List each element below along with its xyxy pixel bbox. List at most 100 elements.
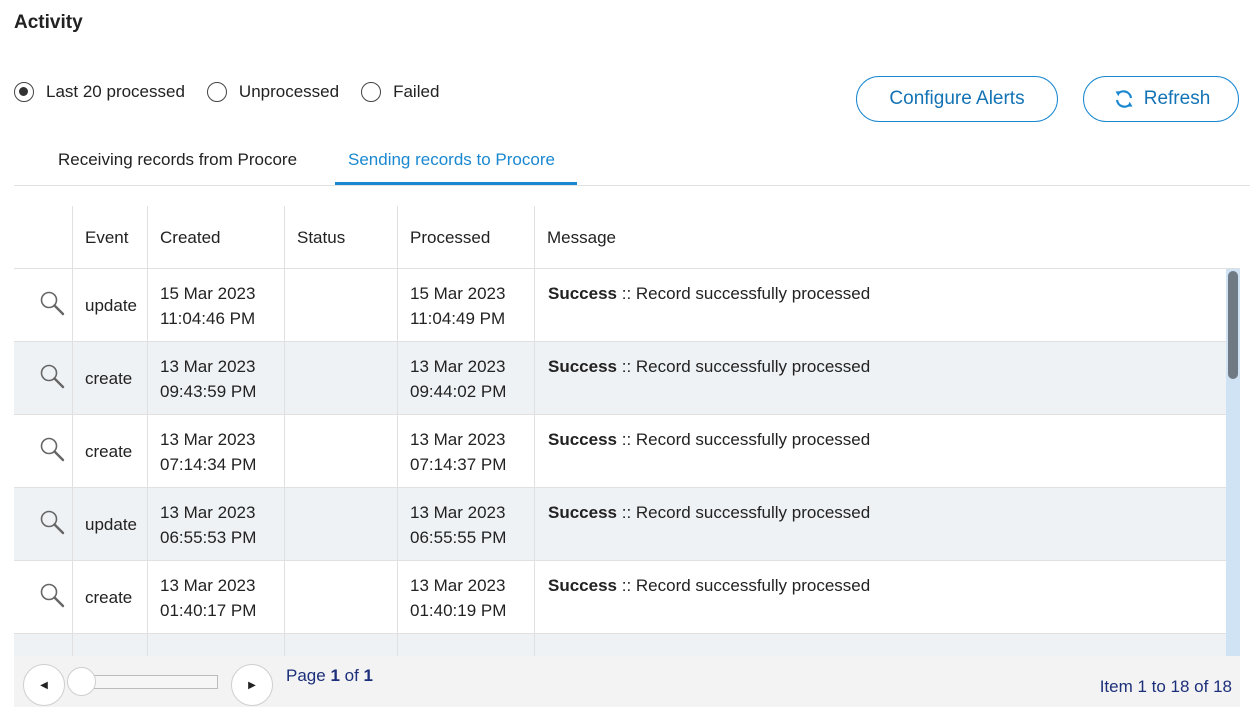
created-cell: 13 Mar 2023 01:40:17 PM <box>147 561 284 634</box>
radio-unprocessed[interactable]: Unprocessed <box>206 82 340 102</box>
processed-cell: 13 Mar 2023 06:55:55 PM <box>397 488 534 561</box>
created-cell: 15 Mar 2023 11:04:46 PM <box>147 269 284 342</box>
created-time: 11:04:46 PM <box>160 309 256 328</box>
message-cell <box>534 634 1240 656</box>
magnifier-icon[interactable] <box>39 436 65 462</box>
pager-slider-track[interactable] <box>77 675 218 689</box>
message-cell: Success :: Record successfully processed <box>534 269 1240 342</box>
column-header-processed[interactable]: Processed <box>397 206 534 269</box>
previous-page-button[interactable]: ◀ <box>23 664 65 706</box>
message-status: Success <box>548 430 617 449</box>
message-text: :: Record successfully processed <box>617 576 871 595</box>
column-header-event[interactable]: Event <box>72 206 147 269</box>
caret-right-icon: ▶ <box>248 679 256 691</box>
activity-grid: Event Created Status Processed Message u… <box>14 206 1240 656</box>
processed-time: 06:55:55 PM <box>410 528 507 547</box>
magnifier-icon[interactable] <box>39 509 65 535</box>
magnifier-icon[interactable] <box>39 363 65 389</box>
processed-time: 09:44:02 PM <box>410 382 507 401</box>
created-cell: 13 Mar 2023 06:55:53 PM <box>147 488 284 561</box>
created-cell <box>147 634 284 656</box>
processed-cell <box>397 634 534 656</box>
event-cell: create <box>72 415 147 488</box>
created-date: 13 Mar 2023 <box>160 576 256 595</box>
processed-cell: 13 Mar 2023 07:14:37 PM <box>397 415 534 488</box>
message-text: :: Record successfully processed <box>617 430 871 449</box>
processed-date: 13 Mar 2023 <box>410 357 506 376</box>
item-count-info: Item 1 to 18 of 18 <box>1099 677 1232 696</box>
magnifier-icon[interactable] <box>39 290 65 316</box>
message-status: Success <box>548 503 617 522</box>
message-text: :: Record successfully processed <box>617 357 871 376</box>
created-date: 13 Mar 2023 <box>160 357 256 376</box>
event-cell: update <box>72 269 147 342</box>
processed-date: 15 Mar 2023 <box>410 284 506 303</box>
caret-left-icon: ◀ <box>40 679 48 691</box>
message-cell: Success :: Record successfully processed <box>534 561 1240 634</box>
next-page-button[interactable]: ▶ <box>231 664 273 706</box>
view-cell <box>14 269 72 342</box>
table-row-partial <box>14 634 1240 656</box>
status-cell <box>284 415 397 488</box>
processed-cell: 13 Mar 2023 09:44:02 PM <box>397 342 534 415</box>
message-text: :: Record successfully processed <box>617 503 871 522</box>
grid-header: Event Created Status Processed Message <box>14 206 1240 269</box>
pager-slider-thumb[interactable] <box>67 667 96 696</box>
view-cell <box>14 634 72 656</box>
tab-sending-records[interactable]: Sending records to Procore <box>348 150 555 170</box>
active-tab-indicator <box>335 182 577 185</box>
created-time: 09:43:59 PM <box>160 382 257 401</box>
processed-date: 13 Mar 2023 <box>410 503 506 522</box>
grid-pager: ◀ ▶ Page 1 of 1 Item 1 to 18 of 18 <box>14 656 1240 707</box>
page-prefix: Page <box>286 666 331 685</box>
column-header-status[interactable]: Status <box>284 206 397 269</box>
processed-date: 13 Mar 2023 <box>410 430 506 449</box>
event-cell: update <box>72 488 147 561</box>
view-cell <box>14 342 72 415</box>
grid-vertical-scrollbar[interactable] <box>1226 269 1240 656</box>
configure-alerts-button[interactable]: Configure Alerts <box>856 76 1058 122</box>
radio-failed[interactable]: Failed <box>361 82 439 102</box>
processed-time: 11:04:49 PM <box>410 309 506 328</box>
created-date: 13 Mar 2023 <box>160 430 256 449</box>
view-cell <box>14 488 72 561</box>
view-cell <box>14 561 72 634</box>
column-header-created[interactable]: Created <box>147 206 284 269</box>
event-cell: create <box>72 342 147 415</box>
status-cell <box>284 342 397 415</box>
event-cell <box>72 634 147 656</box>
message-status: Success <box>548 357 617 376</box>
radio-indicator[interactable] <box>361 82 382 102</box>
radio-last-20-processed[interactable]: Last 20 processed <box>14 82 185 102</box>
created-date: 15 Mar 2023 <box>160 284 256 303</box>
tab-receiving-records[interactable]: Receiving records from Procore <box>58 150 297 170</box>
view-cell <box>14 415 72 488</box>
page-info: Page 1 of 1 <box>286 666 373 686</box>
message-text: :: Record successfully processed <box>617 284 871 303</box>
table-row: create 13 Mar 2023 07:14:34 PM 13 Mar 202… <box>14 415 1240 488</box>
table-row: create 13 Mar 2023 01:40:17 PM 13 Mar 202… <box>14 561 1240 634</box>
message-status: Success <box>548 284 617 303</box>
created-cell: 13 Mar 2023 09:43:59 PM <box>147 342 284 415</box>
radio-label: Failed <box>393 82 440 101</box>
event-cell: create <box>72 561 147 634</box>
table-row: update 13 Mar 2023 06:55:53 PM 13 Mar 202… <box>14 488 1240 561</box>
radio-indicator[interactable] <box>206 82 227 102</box>
processed-cell: 15 Mar 2023 11:04:49 PM <box>397 269 534 342</box>
tab-bar: Receiving records from Procore Sending r… <box>14 140 1250 186</box>
magnifier-icon[interactable] <box>39 582 65 608</box>
page-of: of <box>339 666 364 685</box>
message-status: Success <box>548 576 617 595</box>
column-header-message[interactable]: Message <box>534 206 1240 269</box>
scrollbar-thumb[interactable] <box>1228 271 1238 379</box>
created-time: 06:55:53 PM <box>160 528 257 547</box>
status-cell <box>284 561 397 634</box>
status-cell <box>284 269 397 342</box>
radio-label: Unprocessed <box>238 82 340 101</box>
page-current: 1 <box>330 666 340 685</box>
message-cell: Success :: Record successfully processed <box>534 342 1240 415</box>
configure-alerts-label: Configure Alerts <box>889 88 1025 109</box>
table-row: create 13 Mar 2023 09:43:59 PM 13 Mar 202… <box>14 342 1240 415</box>
radio-indicator-checked[interactable] <box>14 82 34 102</box>
refresh-button[interactable]: Refresh <box>1083 76 1239 122</box>
